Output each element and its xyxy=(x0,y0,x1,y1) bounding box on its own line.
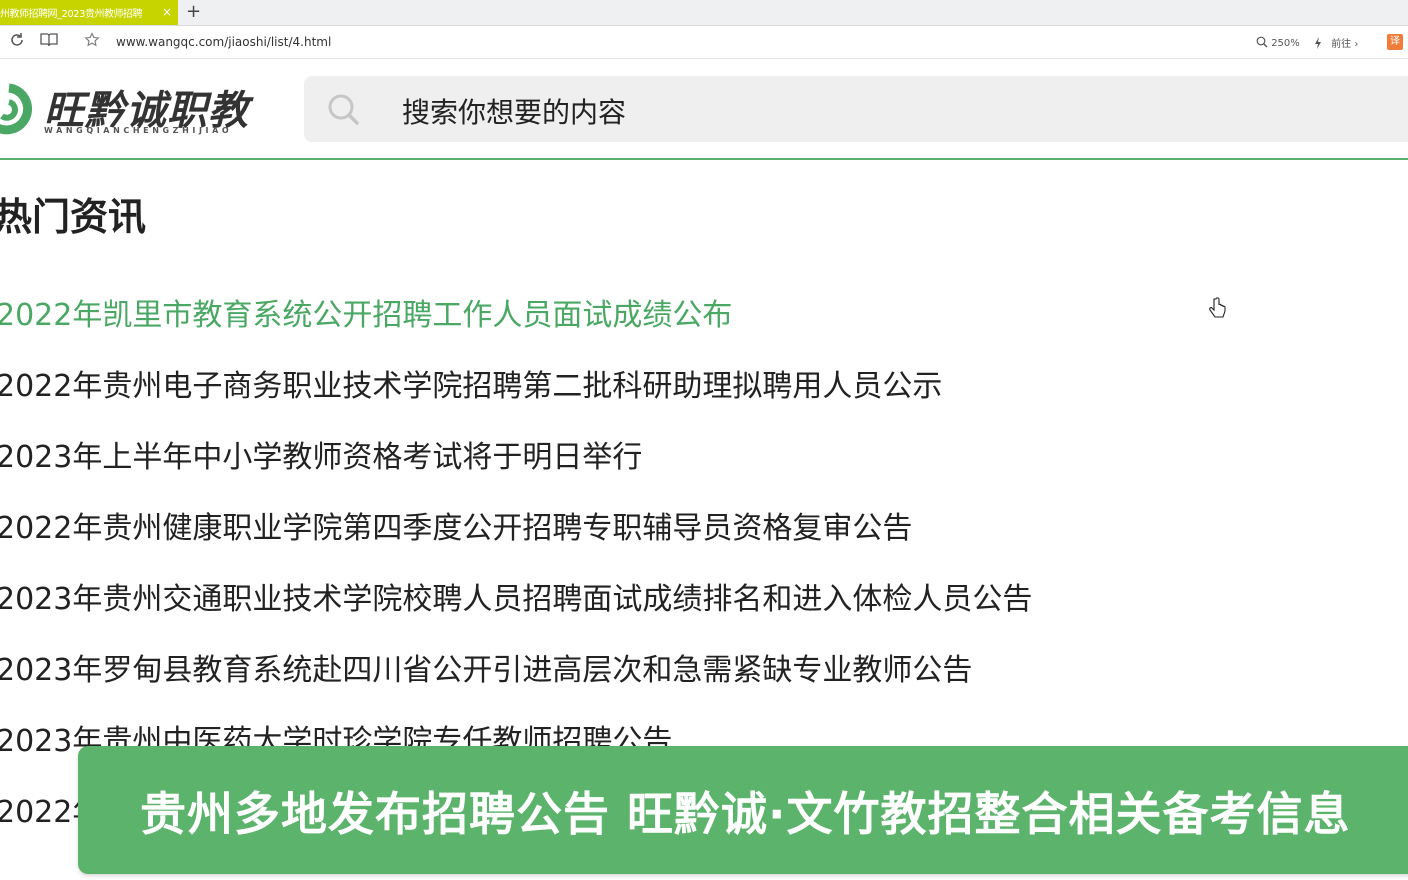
news-link[interactable]: 2022年贵州健康职业学院第四季度公开招聘专职辅导员资格复审公告 xyxy=(0,503,912,547)
goto-label: 前往 xyxy=(1331,39,1352,50)
star-icon[interactable] xyxy=(84,32,100,52)
logo-subtitle: WANGQIANCHENGZHIJIAO xyxy=(44,126,233,135)
url-field[interactable]: www.wangqc.com/jiaoshi/list/4.html xyxy=(116,35,331,49)
search-icon[interactable] xyxy=(326,92,360,126)
address-bar: www.wangqc.com/jiaoshi/list/4.html 250% … xyxy=(0,26,1408,59)
logo-mark-icon xyxy=(0,83,33,135)
zoom-indicator[interactable]: 250% xyxy=(1256,36,1300,49)
news-link[interactable]: 2023年贵州交通职业技术学院校聘人员招聘面试成绩排名和进入体检人员公告 xyxy=(0,574,1032,618)
tab-title: 州教师招聘网_2023贵州教师招聘 xyxy=(0,9,142,20)
reload-icon[interactable] xyxy=(9,32,25,52)
news-link[interactable]: 2023年罗甸县教育系统赴四川省公开引进高层次和急需紧缺专业教师公告 xyxy=(0,645,972,689)
section-title: 热门资讯 xyxy=(0,195,147,239)
zoom-icon xyxy=(1256,36,1268,48)
tab-close-icon[interactable]: × xyxy=(162,5,172,19)
header-divider xyxy=(0,158,1408,160)
tab-bar: 州教师招聘网_2023贵州教师招聘 × + xyxy=(0,0,1408,26)
goto-button[interactable]: 前往 › xyxy=(1314,35,1358,50)
site-logo[interactable]: 旺黔诚职教 WANGQIANCHENGZHIJIAO xyxy=(0,70,280,150)
zoom-value: 250% xyxy=(1271,38,1300,49)
search-input[interactable]: 搜索你想要的内容 xyxy=(304,76,1408,142)
reader-icon[interactable] xyxy=(40,32,58,52)
hand-cursor-icon xyxy=(1208,297,1226,326)
search-placeholder: 搜索你想要的内容 xyxy=(402,96,627,129)
lightning-icon xyxy=(1315,37,1321,49)
translate-button[interactable]: 译 xyxy=(1387,34,1403,50)
banner-text: 贵州多地发布招聘公告 旺黔诚·文竹教招整合相关备考信息 xyxy=(140,787,1351,841)
news-link[interactable]: 2022年贵州电子商务职业技术学院招聘第二批科研助理拟聘用人员公示 xyxy=(0,361,942,405)
news-link[interactable]: 2022年凯里市教育系统公开招聘工作人员面试成绩公布 xyxy=(0,290,732,334)
browser-tab[interactable]: 州教师招聘网_2023贵州教师招聘 × xyxy=(0,0,178,25)
new-tab-button[interactable]: + xyxy=(186,2,201,22)
news-link[interactable]: 2023年上半年中小学教师资格考试将于明日举行 xyxy=(0,432,642,476)
chevron-right-icon: › xyxy=(1354,39,1359,50)
caption-banner: 贵州多地发布招聘公告 旺黔诚·文竹教招整合相关备考信息 xyxy=(78,746,1408,874)
